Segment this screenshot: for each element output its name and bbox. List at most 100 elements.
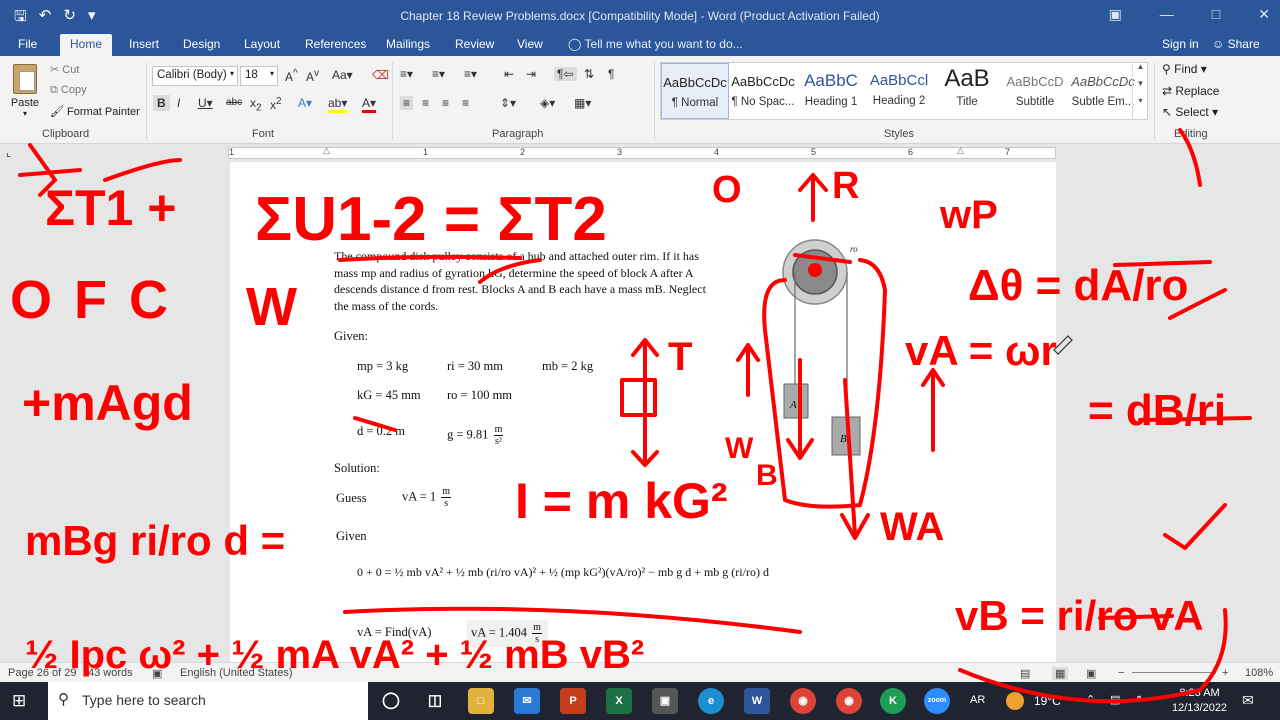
style-subtle-emphasis[interactable]: AaBbCcDc Subtle Em... — [1069, 63, 1137, 119]
font-color-icon[interactable]: A▾ — [362, 96, 377, 113]
change-case-icon[interactable]: Aa▾ — [332, 68, 353, 82]
print-layout-icon[interactable]: ▦ — [1052, 667, 1069, 680]
zoom-slider[interactable] — [1132, 672, 1216, 673]
tell-me-box[interactable]: ◯ Tell me what you want to do... — [568, 37, 743, 51]
proofing-icon[interactable]: ▣ — [152, 667, 162, 680]
show-marks-icon[interactable]: ¶ — [608, 67, 614, 81]
zoom-out-icon[interactable]: − — [1118, 667, 1124, 679]
clear-formatting-icon[interactable]: ⌫ — [372, 68, 389, 82]
share-button[interactable]: ☺ Share — [1212, 37, 1260, 51]
style-normal[interactable]: AaBbCcDc ¶ Normal — [661, 63, 729, 119]
horizontal-ruler[interactable]: 1 1 2 3 4 5 6 7 △ △ — [228, 145, 1056, 159]
word-icon[interactable]: W — [744, 688, 770, 714]
close-icon[interactable]: ✕ — [1258, 6, 1270, 23]
tab-selector-icon[interactable]: ⌞ — [6, 146, 11, 159]
highlight-icon[interactable]: ab▾ — [328, 96, 348, 113]
align-right-icon[interactable]: ≡ — [442, 96, 449, 110]
select-button[interactable]: ↖ Select ▾ — [1162, 105, 1218, 119]
find-button[interactable]: ⚲ Find ▾ — [1162, 62, 1207, 76]
tab-references[interactable]: References — [305, 37, 366, 51]
borders-icon[interactable]: ▦▾ — [574, 96, 591, 110]
expand-icon[interactable]: ▾ — [1133, 96, 1148, 105]
language[interactable]: English (United States) — [180, 667, 293, 679]
chrome-profile-icon[interactable]: ◉ — [836, 688, 862, 714]
taskbar-search[interactable]: ⚲ Type here to search — [48, 682, 368, 720]
text-direction-icon[interactable]: ¶⇦ — [554, 67, 577, 81]
sort-icon[interactable]: ⇅ — [584, 67, 594, 81]
input-language[interactable]: AR — [970, 694, 985, 706]
align-center-icon[interactable]: ≡ — [422, 96, 429, 110]
shrink-font-icon[interactable]: Av — [306, 68, 319, 84]
increase-indent-icon[interactable]: ⇥ — [526, 67, 536, 81]
tab-view[interactable]: View — [517, 37, 543, 51]
paste-button[interactable]: Paste ▾ — [8, 64, 42, 118]
mail-icon[interactable]: ✉ — [514, 688, 540, 714]
justify-icon[interactable]: ≡ — [462, 96, 469, 110]
excel-icon[interactable]: X — [606, 688, 632, 714]
app-k-icon[interactable]: K — [880, 688, 906, 714]
chrome-icon[interactable]: ◉ — [790, 688, 816, 714]
font-size-select[interactable]: 18 ▾ — [240, 66, 278, 86]
task-view-icon[interactable]: ◫ — [422, 688, 448, 714]
tab-insert[interactable]: Insert — [129, 37, 159, 51]
file-explorer-icon[interactable]: □ — [468, 688, 494, 714]
read-mode-icon[interactable]: ▤ — [1020, 667, 1030, 680]
bold-icon[interactable]: B — [153, 95, 170, 111]
chevron-up-icon[interactable]: ▲ — [1133, 62, 1148, 71]
clock[interactable]: 8:23 AM 12/13/2022 — [1172, 686, 1227, 716]
tab-layout[interactable]: Layout — [244, 37, 280, 51]
temperature[interactable]: 19°C — [1034, 694, 1061, 708]
web-layout-icon[interactable]: ▣ — [1086, 667, 1096, 680]
edge-icon[interactable]: e — [698, 688, 724, 714]
cortana-icon[interactable]: ◯ — [378, 688, 404, 714]
tab-design[interactable]: Design — [183, 37, 220, 51]
maximize-icon[interactable]: □ — [1212, 6, 1220, 23]
tab-review[interactable]: Review — [455, 37, 494, 51]
line-spacing-icon[interactable]: ⇕▾ — [500, 96, 516, 110]
decrease-indent-icon[interactable]: ⇤ — [504, 67, 514, 81]
page-count[interactable]: Page 26 of 29 — [8, 667, 77, 679]
bullets-icon[interactable]: ≡▾ — [400, 67, 413, 81]
style-subtitle[interactable]: AaBbCcD Subtitle — [1001, 63, 1069, 119]
superscript-icon[interactable]: x2 — [270, 96, 282, 112]
grow-font-icon[interactable]: A^ — [285, 68, 298, 84]
underline-icon[interactable]: U▾ — [198, 96, 213, 110]
align-left-icon[interactable]: ≡ — [400, 96, 414, 110]
text-effects-icon[interactable]: A▾ — [298, 96, 312, 110]
styles-scroll[interactable]: ▲ ▼ ▾ — [1132, 62, 1148, 120]
tab-mailings[interactable]: Mailings — [386, 37, 430, 51]
weather-icon[interactable] — [1006, 692, 1024, 710]
network-icon[interactable]: ▤ — [1110, 693, 1120, 706]
chevron-down-icon[interactable]: ▼ — [1133, 79, 1148, 88]
indent-marker[interactable]: △ — [323, 145, 330, 156]
strikethrough-icon[interactable]: abc — [226, 97, 242, 108]
tab-file[interactable]: File — [18, 37, 37, 51]
right-indent-marker[interactable]: △ — [957, 145, 964, 156]
powerpoint-icon[interactable]: P — [560, 688, 586, 714]
document-page[interactable]: The compound disk pulley consists of a h… — [230, 162, 1056, 662]
copy-button[interactable]: ⧉ Copy — [50, 84, 87, 97]
subscript-icon[interactable]: x2 — [250, 96, 262, 113]
windows-start-icon[interactable]: ⊞ — [12, 691, 26, 711]
style-title[interactable]: AaB Title — [933, 63, 1001, 119]
style-no-spacing[interactable]: AaBbCcDc ¶ No Spac... — [729, 63, 797, 119]
sign-in-link[interactable]: Sign in — [1162, 37, 1199, 51]
numbering-icon[interactable]: ≡▾ — [432, 67, 445, 81]
tab-home[interactable]: Home — [60, 34, 113, 56]
word-count[interactable]: 43 words — [88, 667, 133, 679]
tray-overflow-icon[interactable]: ⌃ — [1086, 693, 1095, 706]
multilevel-list-icon[interactable]: ≡▾ — [464, 67, 477, 81]
zoom-icon[interactable]: zoom — [924, 688, 950, 714]
style-heading-1[interactable]: AaBbC Heading 1 — [797, 63, 865, 119]
app-icon[interactable]: ▣ — [652, 688, 678, 714]
zoom-in-icon[interactable]: + — [1222, 667, 1228, 679]
format-painter-button[interactable]: 🖌 Format Painter — [50, 105, 140, 118]
shading-icon[interactable]: ◈▾ — [540, 96, 555, 110]
volume-icon[interactable]: ♬ — [1134, 693, 1145, 705]
replace-button[interactable]: ⇄ Replace — [1162, 84, 1219, 98]
italic-icon[interactable]: I — [177, 96, 180, 110]
minimize-icon[interactable]: — — [1160, 6, 1174, 23]
style-heading-2[interactable]: AaBbCcl Heading 2 — [865, 63, 933, 119]
ribbon-display-icon[interactable]: ▣ — [1109, 6, 1122, 23]
zoom-level[interactable]: 108% — [1245, 667, 1273, 679]
